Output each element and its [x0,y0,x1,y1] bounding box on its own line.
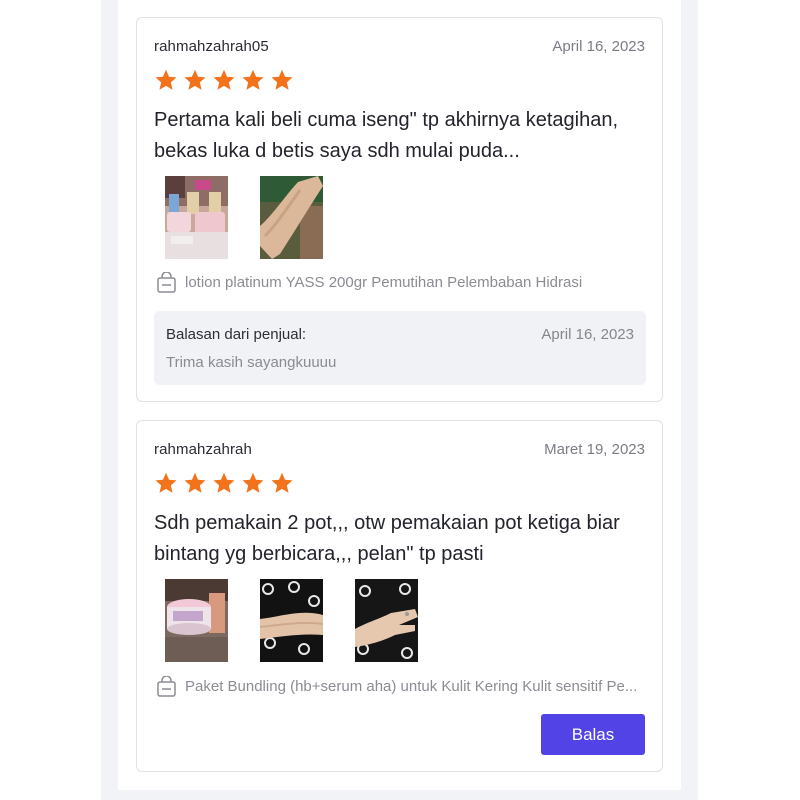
seller-reply: Balasan dari penjual: April 16, 2023 Tri… [154,311,646,385]
review-text: Sdh pemakain 2 pot,,, otw pemakaian pot … [154,512,620,565]
reviewer-username: rahmahzahrah [154,441,252,458]
star-icon [271,69,293,90]
review-photo[interactable] [260,176,323,259]
review-card: rahmahzahrah05 April 16, 2023 Pertama ka… [136,17,663,402]
review-date: April 16, 2023 [552,38,645,55]
reviewer-username: rahmahzahrah05 [154,38,269,55]
star-icon [242,472,264,493]
star-rating [154,471,294,495]
star-icon [184,69,206,90]
review-photo[interactable] [165,579,228,662]
reply-button[interactable]: Balas [541,714,645,755]
star-icon [213,69,235,90]
product-variant[interactable]: lotion platinum YASS 200gr Pemutihan Pel… [157,271,647,293]
product-name: lotion platinum YASS 200gr Pemutihan Pel… [185,273,583,291]
product-name: Paket Bundling (hb+serum aha) untuk Kuli… [185,677,638,695]
shopping-bag-icon [157,271,176,293]
star-icon [184,472,206,493]
star-icon [155,69,177,90]
shopping-bag-icon [157,675,176,697]
product-variant[interactable]: Paket Bundling (hb+serum aha) untuk Kuli… [157,675,647,697]
review-photo[interactable] [260,579,323,662]
review-photos [165,579,418,662]
star-icon [271,472,293,493]
seller-reply-title: Balasan dari penjual: [166,326,307,343]
seller-reply-date: April 16, 2023 [541,326,634,343]
review-date: Maret 19, 2023 [544,441,645,458]
review-photo[interactable] [355,579,418,662]
review-text: Pertama kali beli cuma iseng" tp akhirny… [154,109,619,162]
star-icon [242,69,264,90]
seller-reply-text: Trima kasih sayangkuuuu [166,354,337,371]
star-rating [154,68,294,92]
review-photos [165,176,323,259]
star-icon [155,472,177,493]
review-card: rahmahzahrah Maret 19, 2023 Sdh pemakain… [136,420,663,772]
review-photo[interactable] [165,176,228,259]
star-icon [213,472,235,493]
